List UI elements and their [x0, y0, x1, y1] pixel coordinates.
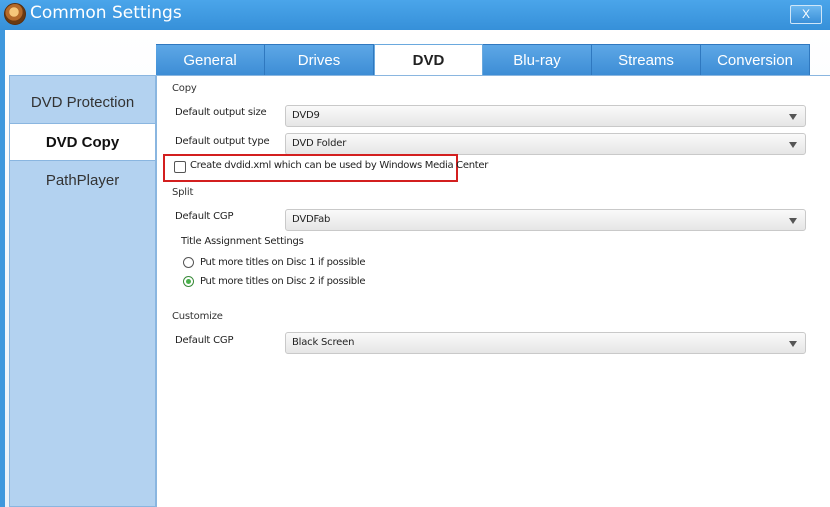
customize-section-label: Customize	[172, 311, 223, 322]
chevron-down-icon	[789, 341, 797, 347]
chevron-down-icon	[789, 142, 797, 148]
tab-drives[interactable]: Drives	[265, 44, 374, 75]
dvdid-checkbox[interactable]	[174, 161, 186, 173]
sidebar-item-dvd-copy[interactable]: DVD Copy	[10, 123, 155, 161]
radio-disc1-label: Put more titles on Disc 1 if possible	[200, 257, 366, 268]
sidebar: DVD Protection DVD Copy PathPlayer	[9, 75, 156, 507]
tab-dvd[interactable]: DVD	[374, 44, 483, 76]
sidebar-item-dvd-protection[interactable]: DVD Protection	[10, 84, 155, 122]
tab-bar: General Drives DVD Blu-ray Streams Conve…	[156, 44, 826, 76]
window-title: Common Settings	[30, 3, 182, 23]
radio-disc2[interactable]	[183, 276, 194, 287]
split-cgp-dropdown[interactable]: DVDFab	[285, 209, 806, 231]
output-type-label: Default output type	[175, 136, 270, 147]
title-assignment-label: Title Assignment Settings	[181, 236, 304, 247]
settings-panel: Copy Default output size DVD9 Default ou…	[156, 75, 830, 507]
tab-blu-ray[interactable]: Blu-ray	[483, 44, 592, 75]
close-button[interactable]: X	[790, 5, 822, 24]
customize-cgp-label: Default CGP	[175, 335, 234, 346]
chevron-down-icon	[789, 114, 797, 120]
sidebar-item-pathplayer[interactable]: PathPlayer	[10, 162, 155, 200]
copy-section-label: Copy	[172, 83, 197, 94]
customize-cgp-dropdown[interactable]: Black Screen	[285, 332, 806, 354]
dvdid-checkbox-label: Create dvdid.xml which can be used by Wi…	[190, 160, 489, 171]
output-size-dropdown[interactable]: DVD9	[285, 105, 806, 127]
output-type-value: DVD Folder	[292, 138, 347, 149]
output-size-label: Default output size	[175, 107, 267, 118]
split-cgp-label: Default CGP	[175, 211, 234, 222]
output-type-dropdown[interactable]: DVD Folder	[285, 133, 806, 155]
tab-general[interactable]: General	[156, 44, 265, 75]
tab-streams[interactable]: Streams	[592, 44, 701, 75]
title-bar: Common Settings X	[0, 0, 830, 30]
customize-cgp-value: Black Screen	[292, 337, 355, 348]
radio-disc1[interactable]	[183, 257, 194, 268]
output-size-value: DVD9	[292, 110, 320, 121]
radio-disc2-label: Put more titles on Disc 2 if possible	[200, 276, 366, 287]
split-section-label: Split	[172, 187, 194, 198]
split-cgp-value: DVDFab	[292, 214, 331, 225]
tab-conversion[interactable]: Conversion	[701, 44, 810, 75]
app-logo-icon	[4, 3, 26, 25]
chevron-down-icon	[789, 218, 797, 224]
